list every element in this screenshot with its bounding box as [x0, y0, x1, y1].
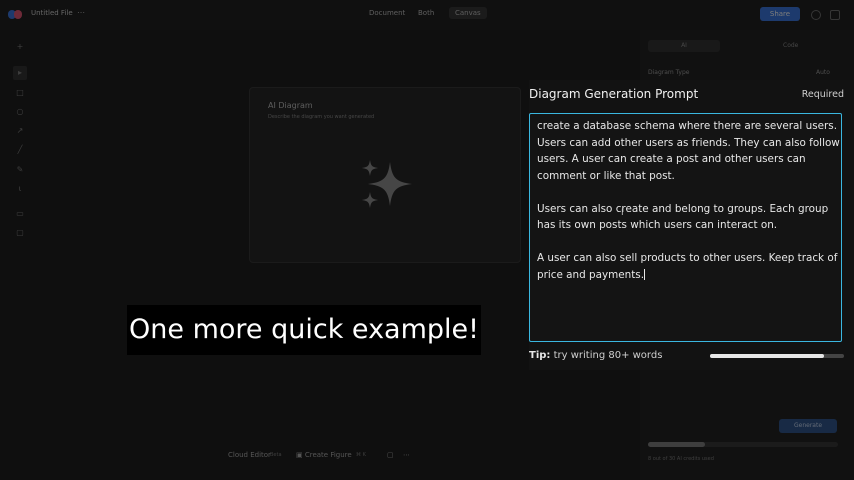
create-figure-label: Create Figure	[304, 451, 352, 459]
add-icon[interactable]: +	[16, 43, 24, 51]
tab-both[interactable]: Both	[418, 9, 434, 17]
ai-diagram-card[interactable]: AI Diagram Describe the diagram you want…	[249, 87, 521, 263]
top-bar: Untitled File ⋯ Document Both Canvas Sha…	[0, 0, 854, 30]
required-label: Required	[801, 89, 844, 100]
more-icon[interactable]: ⋯	[403, 451, 410, 459]
word-count-progress	[710, 354, 844, 358]
credits-footer: 8 out of 30 AI credits used	[648, 456, 714, 462]
frame-icon[interactable]: ▭	[16, 210, 24, 218]
prompt-paragraph-1: create a database schema where there are…	[537, 120, 840, 182]
diagram-prompt-panel: Diagram Generation Prompt Required creat…	[529, 80, 854, 370]
app-logo[interactable]	[8, 10, 24, 19]
share-button[interactable]: Share	[760, 7, 800, 21]
pen-icon[interactable]: ✎	[16, 166, 24, 174]
rectangle-icon[interactable]: □	[16, 89, 24, 97]
diagram-type-label: Diagram Type	[648, 69, 690, 76]
ai-diagram-title: AI Diagram	[268, 101, 313, 110]
beta-badge: Beta	[270, 452, 282, 458]
ibeam-cursor-icon: I	[621, 208, 624, 218]
tip-text: Tip: try writing 80+ words	[529, 350, 662, 361]
text-caret	[644, 268, 646, 280]
shortcut-badge: ⌘ K	[356, 452, 366, 458]
word-count-fill	[710, 354, 824, 358]
tip-label: Tip:	[529, 350, 551, 361]
tab-document[interactable]: Document	[369, 9, 405, 17]
comment-bottom-icon[interactable]: ▢	[387, 451, 394, 459]
tab-code[interactable]: Code	[783, 42, 798, 49]
create-figure-button[interactable]: ▣ Create Figure	[296, 451, 352, 459]
cursor-icon[interactable]: ▸	[13, 66, 27, 80]
prompt-paragraph-2: Users can also create and belong to grou…	[537, 202, 829, 232]
cloud-editor-button[interactable]: Cloud Editor	[228, 451, 271, 459]
circle-icon[interactable]: ○	[16, 108, 24, 116]
arrow-icon[interactable]: ↗	[16, 127, 24, 135]
prompt-panel-title: Diagram Generation Prompt	[529, 87, 699, 101]
prompt-paragraph-3: A user can also sell products to other u…	[537, 250, 841, 283]
text-icon[interactable]: ɩ	[16, 185, 24, 193]
comment-icon[interactable]: ▢	[16, 229, 24, 237]
tab-ai[interactable]: AI	[648, 40, 720, 52]
tip-body: try writing 80+ words	[550, 350, 663, 361]
diagram-type-select[interactable]: Auto	[816, 69, 830, 76]
settings-icon[interactable]	[830, 10, 840, 20]
credits-progress-bar	[648, 442, 838, 447]
line-icon[interactable]: ╱	[16, 146, 24, 154]
file-title[interactable]: Untitled File	[31, 9, 73, 17]
generate-button[interactable]: Generate	[779, 419, 837, 433]
file-menu-icon[interactable]: ⋯	[77, 8, 85, 17]
sparkles-icon	[362, 160, 412, 208]
credits-progress-fill	[648, 442, 705, 447]
ai-diagram-subtitle: Describe the diagram you want generated	[268, 114, 375, 120]
video-caption: One more quick example!	[127, 305, 481, 355]
prompt-paragraph-3-text: A user can also sell products to other u…	[537, 252, 838, 281]
status-icon	[811, 10, 821, 20]
tab-canvas[interactable]: Canvas	[449, 7, 487, 19]
prompt-textarea[interactable]: create a database schema where there are…	[529, 113, 842, 342]
